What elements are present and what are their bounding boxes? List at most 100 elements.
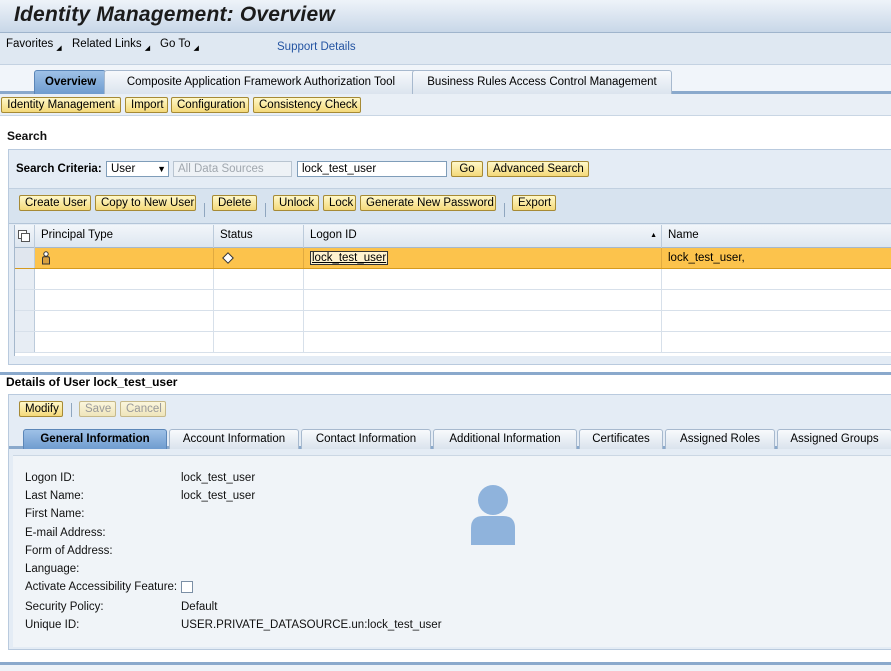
- table-row[interactable]: [15, 332, 891, 353]
- select-all-icon[interactable]: [15, 225, 35, 248]
- last-name-value: lock_test_user: [181, 490, 256, 502]
- tab-certificates[interactable]: Certificates: [579, 429, 663, 449]
- subnav-import[interactable]: Import: [125, 97, 168, 113]
- column-header-status[interactable]: Status: [214, 225, 304, 248]
- cell-logon-id: [304, 332, 662, 352]
- toolbar-separator: [71, 403, 72, 417]
- cell-principal-type: [35, 332, 214, 352]
- delete-button[interactable]: Delete: [212, 195, 257, 211]
- dropdown-arrow-icon: ◢: [144, 45, 151, 52]
- details-panel: Modify Save Cancel General Information A…: [8, 394, 891, 650]
- cell-principal-type: [35, 290, 214, 310]
- save-button[interactable]: Save: [79, 401, 116, 417]
- tab-assigned-roles[interactable]: Assigned Roles: [665, 429, 775, 449]
- logon-id-value: lock_test_user: [181, 472, 256, 484]
- modify-button[interactable]: Modify: [19, 401, 63, 417]
- column-header-name[interactable]: Name: [662, 225, 891, 248]
- accessibility-label: Activate Accessibility Feature:: [25, 581, 178, 593]
- cell-name: lock_test_user,: [668, 252, 745, 264]
- export-button[interactable]: Export: [512, 195, 556, 211]
- table-row[interactable]: lock_test_user lock_test_user,: [15, 248, 891, 269]
- principal-type-select[interactable]: User ▼: [106, 161, 169, 177]
- cell-status: [214, 269, 304, 289]
- cell-logon-id[interactable]: lock_test_user: [304, 248, 662, 268]
- subnav-consistency-check[interactable]: Consistency Check: [253, 97, 361, 113]
- principal-type-value: User: [111, 163, 136, 175]
- dropdown-arrow-icon: ◢: [193, 45, 199, 52]
- generate-new-password-button[interactable]: Generate New Password: [360, 195, 496, 211]
- unique-id-label: Unique ID:: [25, 619, 80, 631]
- menu-related-links[interactable]: Related Links ◢: [72, 38, 150, 52]
- logon-id-label: Logon ID:: [25, 472, 75, 484]
- cancel-button[interactable]: Cancel: [120, 401, 166, 417]
- search-panel: Search Criteria: User ▼ All Data Sources…: [8, 149, 891, 365]
- cell-logon-id: [304, 290, 662, 310]
- column-header-logon-id-label: Logon ID: [310, 229, 357, 241]
- menu-favorites[interactable]: Favorites ◢: [6, 38, 62, 52]
- cell-status: [214, 290, 304, 310]
- cell-principal-type: [35, 311, 214, 331]
- go-button[interactable]: Go: [451, 161, 483, 177]
- chevron-down-icon: ▼: [157, 164, 166, 174]
- tab-account-information[interactable]: Account Information: [169, 429, 299, 449]
- details-header: Details of User lock_test_user: [0, 372, 891, 391]
- security-policy-label: Security Policy:: [25, 601, 104, 613]
- row-selector[interactable]: [15, 290, 35, 310]
- menu-bar: Favorites ◢ Related Links ◢ Go To ◢ Support…: [0, 33, 891, 65]
- row-selector[interactable]: [15, 269, 35, 289]
- menu-favorites-label: Favorites: [6, 38, 54, 50]
- main-tab-strip: Overview Composite Application Framework…: [0, 65, 891, 94]
- search-criteria-row: Search Criteria: User ▼ All Data Sources…: [9, 150, 891, 188]
- tab-caf-authorization-tool[interactable]: Composite Application Framework Authoriz…: [104, 70, 418, 94]
- user-toolbar: Create User Copy to New User Delete Unlo…: [9, 188, 891, 224]
- user-silhouette-icon: [471, 485, 515, 545]
- row-selector[interactable]: [15, 311, 35, 331]
- unlock-button[interactable]: Unlock: [273, 195, 319, 211]
- column-header-principal-type[interactable]: Principal Type: [35, 225, 214, 248]
- tab-business-rules-access-control[interactable]: Business Rules Access Control Management: [412, 70, 672, 94]
- sort-ascending-icon: ▲: [650, 232, 657, 239]
- row-selector[interactable]: [15, 332, 35, 352]
- first-name-label: First Name:: [25, 508, 85, 520]
- toolbar-separator: [204, 203, 205, 217]
- page-title: Identity Management: Overview: [14, 3, 335, 26]
- create-user-button[interactable]: Create User: [19, 195, 91, 211]
- search-input[interactable]: lock_test_user: [297, 161, 447, 177]
- tab-additional-information[interactable]: Additional Information: [433, 429, 577, 449]
- copy-to-new-user-button[interactable]: Copy to New User: [95, 195, 196, 211]
- dropdown-arrow-icon: ◢: [56, 45, 62, 52]
- diamond-status-icon: [222, 252, 234, 264]
- logon-id-link[interactable]: lock_test_user: [310, 251, 389, 265]
- form-of-address-label: Form of Address:: [25, 545, 113, 557]
- table-row[interactable]: [15, 311, 891, 332]
- toolbar-separator: [265, 203, 266, 217]
- subnav-identity-management[interactable]: Identity Management: [1, 97, 121, 113]
- support-details-link[interactable]: Support Details: [277, 41, 356, 53]
- row-selector[interactable]: [15, 248, 35, 268]
- accessibility-checkbox[interactable]: [181, 581, 193, 593]
- tab-contact-information[interactable]: Contact Information: [301, 429, 431, 449]
- tab-general-information[interactable]: General Information: [23, 429, 167, 449]
- details-tab-strip: General Information Account Information …: [9, 425, 891, 449]
- user-icon: [42, 251, 50, 265]
- unique-id-value: USER.PRIVATE_DATASOURCE.un:lock_test_use…: [181, 619, 442, 631]
- sub-navigation: Identity Management Import Configuration…: [0, 94, 891, 116]
- tab-assigned-groups[interactable]: Assigned Groups: [777, 429, 891, 449]
- table-row[interactable]: [15, 269, 891, 290]
- subnav-configuration[interactable]: Configuration: [171, 97, 249, 113]
- last-name-label: Last Name:: [25, 490, 84, 502]
- table-row[interactable]: [15, 290, 891, 311]
- menu-go-to[interactable]: Go To ◢: [160, 38, 199, 52]
- menu-related-links-label: Related Links: [72, 38, 142, 50]
- bottom-border: [0, 662, 891, 671]
- email-label: E-mail Address:: [25, 527, 106, 539]
- general-information-form: Logon ID: lock_test_user Last Name: lock…: [13, 455, 891, 647]
- column-header-logon-id[interactable]: Logon ID ▲: [304, 225, 662, 248]
- users-table: Principal Type Status Logon ID ▲ Name lo…: [14, 225, 891, 356]
- tab-overview[interactable]: Overview: [34, 70, 106, 94]
- advanced-search-button[interactable]: Advanced Search: [487, 161, 589, 177]
- security-policy-value: Default: [181, 601, 218, 613]
- menu-go-to-label: Go To: [160, 38, 191, 50]
- table-header: Principal Type Status Logon ID ▲ Name: [15, 225, 891, 248]
- lock-button[interactable]: Lock: [323, 195, 356, 211]
